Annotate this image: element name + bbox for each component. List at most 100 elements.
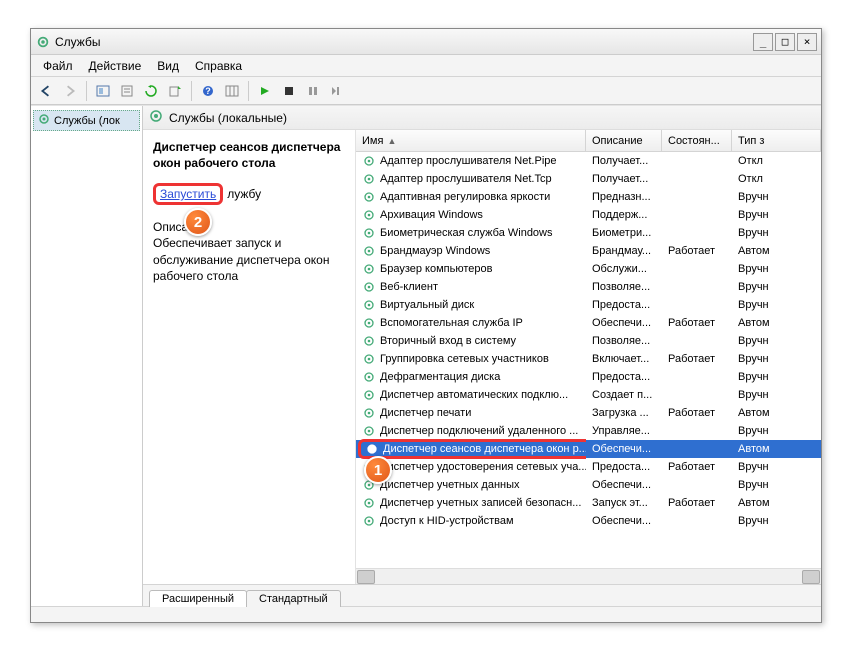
service-desc: Предоста...: [586, 461, 662, 473]
service-name: Вторичный вход в систему: [380, 335, 516, 347]
service-desc: Брандмау...: [586, 245, 662, 257]
service-state: Работает: [662, 461, 732, 473]
table-row[interactable]: Адаптивная регулировка яркостиПредназн..…: [356, 188, 821, 206]
gear-icon: [362, 334, 376, 348]
gear-icon: [362, 424, 376, 438]
service-name: Диспетчер автоматических подклю...: [380, 389, 568, 401]
separator: [86, 81, 87, 101]
properties-button[interactable]: [116, 80, 138, 102]
minimize-button[interactable]: _: [753, 33, 773, 51]
service-state: Работает: [662, 497, 732, 509]
table-row[interactable]: Диспетчер автоматических подклю...Создае…: [356, 386, 821, 404]
service-type: Вручн: [732, 461, 821, 473]
table-row[interactable]: Вторичный вход в систему Позволяе... Вручн: [356, 332, 821, 350]
service-name: Диспетчер сеансов диспетчера окон р...: [383, 443, 586, 455]
columns-button[interactable]: [221, 80, 243, 102]
table-row[interactable]: Вспомогательная служба IPОбеспечи...Рабо…: [356, 314, 821, 332]
start-service-link[interactable]: Запустить: [153, 183, 223, 205]
tab-standard[interactable]: Стандартный: [246, 590, 341, 607]
menu-help[interactable]: Справка: [187, 57, 250, 75]
tree-item-services-local[interactable]: Службы (лок: [33, 110, 140, 131]
table-row[interactable]: Биометрическая служба WindowsБиометри...…: [356, 224, 821, 242]
app-gear-icon: [35, 34, 51, 50]
gear-icon: [362, 496, 376, 510]
window-title: Службы: [55, 35, 751, 49]
callout-badge-1: 1: [364, 456, 392, 484]
gear-icon: [149, 109, 163, 126]
export-button[interactable]: [164, 80, 186, 102]
menu-view[interactable]: Вид: [149, 57, 187, 75]
gear-icon: [362, 226, 376, 240]
service-desc: Биометри...: [586, 227, 662, 239]
restart-service-button[interactable]: [326, 80, 348, 102]
table-row[interactable]: Виртуальный дискПредоста...Вручн: [356, 296, 821, 314]
refresh-button[interactable]: [140, 80, 162, 102]
table-row[interactable]: Диспетчер удостоверения сетевых уча...Пр…: [356, 458, 821, 476]
scroll-left-icon[interactable]: [357, 570, 375, 584]
table-row[interactable]: Диспетчер печатиЗагрузка ...РаботаетАвто…: [356, 404, 821, 422]
service-type: Автом: [732, 497, 821, 509]
start-service-button[interactable]: [254, 80, 276, 102]
service-type: Вручн: [732, 299, 821, 311]
col-startup-type[interactable]: Тип з: [732, 130, 821, 151]
service-name: Дефрагментация диска: [380, 371, 500, 383]
service-name: Диспетчер учетных данных: [380, 479, 520, 491]
service-name: Архивация Windows: [380, 209, 483, 221]
pause-service-button[interactable]: [302, 80, 324, 102]
service-desc: Позволяе...: [586, 335, 662, 347]
horizontal-scrollbar[interactable]: [356, 568, 821, 584]
col-name[interactable]: Имя▲: [356, 130, 586, 151]
separator: [248, 81, 249, 101]
titlebar[interactable]: Службы _ □ ×: [31, 29, 821, 55]
table-row[interactable]: Адаптер прослушивателя Net.PipeПолучает.…: [356, 152, 821, 170]
service-type: Вручн: [732, 425, 821, 437]
stop-service-button[interactable]: [278, 80, 300, 102]
service-name: Доступ к HID-устройствам: [380, 515, 514, 527]
service-name: Диспетчер удостоверения сетевых уча...: [380, 461, 586, 473]
table-row[interactable]: Диспетчер учетных данных Обеспечи... Вручн: [356, 476, 821, 494]
service-type: Вручн: [732, 281, 821, 293]
table-row[interactable]: Группировка сетевых участниковВключает..…: [356, 350, 821, 368]
table-row[interactable]: Брандмауэр WindowsБрандмау...РаботаетАвт…: [356, 242, 821, 260]
service-type: Вручн: [732, 335, 821, 347]
table-row[interactable]: Доступ к HID-устройствамОбеспечи...Вручн: [356, 512, 821, 530]
table-row[interactable]: Диспетчер учетных записей безопасн...Зап…: [356, 494, 821, 512]
gear-icon: [362, 244, 376, 258]
gear-icon: [362, 262, 376, 276]
rows-container[interactable]: Адаптер прослушивателя Net.PipeПолучает.…: [356, 152, 821, 568]
table-row[interactable]: Браузер компьютеровОбслужи...Вручн: [356, 260, 821, 278]
service-state: Работает: [662, 317, 732, 329]
forward-button[interactable]: [59, 80, 81, 102]
menu-action[interactable]: Действие: [81, 57, 150, 75]
svg-text:?: ?: [205, 86, 211, 96]
help-button[interactable]: ?: [197, 80, 219, 102]
callout-badge-2: 2: [184, 208, 212, 236]
table-row[interactable]: Дефрагментация дискаПредоста...Вручн: [356, 368, 821, 386]
service-desc: Обеспечи...: [586, 479, 662, 491]
table-row[interactable]: Архивация WindowsПоддерж...Вручн: [356, 206, 821, 224]
show-console-button[interactable]: [92, 80, 114, 102]
col-state[interactable]: Состоян...: [662, 130, 732, 151]
service-desc: Включает...: [586, 353, 662, 365]
close-button[interactable]: ×: [797, 33, 817, 51]
table-row[interactable]: Диспетчер подключений удаленного ...Упра…: [356, 422, 821, 440]
services-window: Службы _ □ × Файл Действие Вид Справка ?…: [30, 28, 822, 623]
gear-icon: [362, 190, 376, 204]
service-type: Вручн: [732, 389, 821, 401]
back-button[interactable]: [35, 80, 57, 102]
table-row[interactable]: Веб-клиентПозволяе...Вручн: [356, 278, 821, 296]
tab-extended[interactable]: Расширенный: [149, 590, 247, 607]
service-type: Автом: [732, 317, 821, 329]
service-name: Диспетчер учетных записей безопасн...: [380, 497, 581, 509]
selected-service-name: Диспетчер сеансов диспетчера окон рабоче…: [153, 140, 345, 171]
service-desc: Обеспечи...: [586, 317, 662, 329]
maximize-button[interactable]: □: [775, 33, 795, 51]
service-type: Вручн: [732, 479, 821, 491]
table-row[interactable]: Адаптер прослушивателя Net.TcpПолучает..…: [356, 170, 821, 188]
table-row[interactable]: Диспетчер сеансов диспетчера окон р...Об…: [356, 440, 821, 458]
col-description[interactable]: Описание: [586, 130, 662, 151]
gear-icon: [362, 352, 376, 366]
menu-file[interactable]: Файл: [35, 57, 81, 75]
service-type: Вручн: [732, 371, 821, 383]
scroll-right-icon[interactable]: [802, 570, 820, 584]
